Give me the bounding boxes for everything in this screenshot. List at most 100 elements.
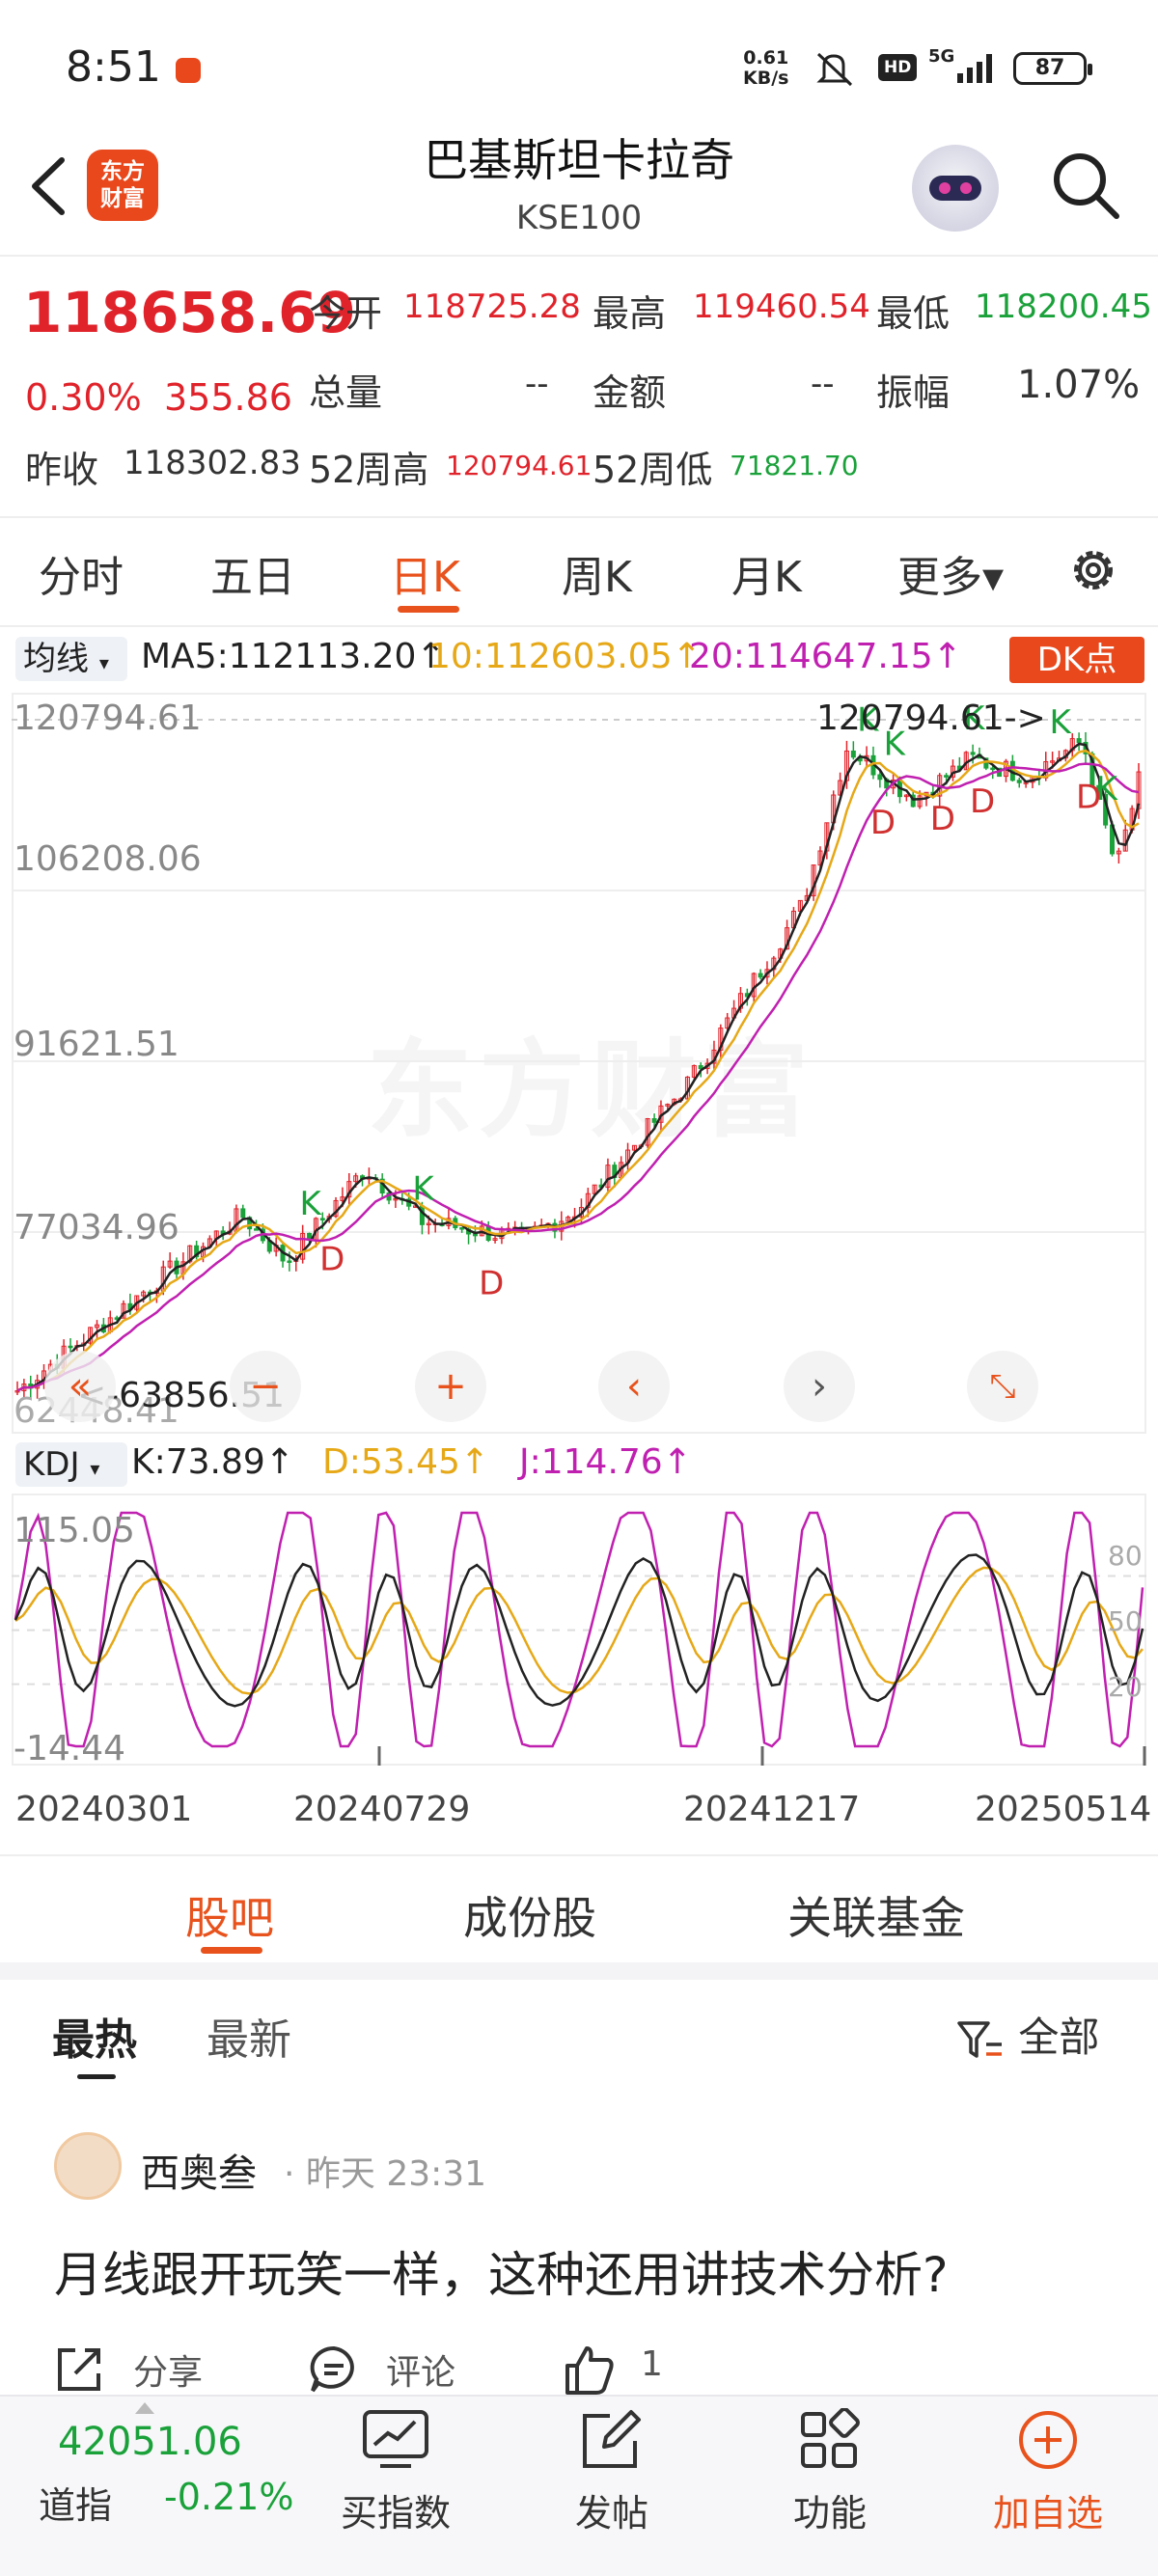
fullscreen-button[interactable]: ⤡ [967, 1351, 1038, 1422]
post-time: · 昨天 23:31 [284, 2154, 487, 2194]
functions-label[interactable]: 功能 [753, 2483, 907, 2536]
kdj-chart-canvas [12, 1511, 1146, 1766]
filter-button[interactable]: 全部 [955, 2005, 1099, 2064]
candle-body [651, 1118, 657, 1123]
battery-icon: 87 [1013, 52, 1092, 85]
change-pct: 0.30% [25, 376, 142, 419]
open-label: 今开 [309, 292, 383, 335]
mute-icon [816, 52, 853, 87]
tab-newest[interactable]: 最新 [207, 2005, 291, 2067]
zoom-in-button[interactable]: + [415, 1351, 486, 1422]
candle-body [990, 767, 996, 771]
tab-hottest[interactable]: 最热 [52, 2005, 137, 2067]
candle-body [319, 1218, 325, 1220]
candle-body [254, 1228, 260, 1231]
like-count[interactable]: 1 [641, 2344, 663, 2384]
w52-low-value: 71821.70 [730, 450, 859, 481]
post-edit-icon[interactable] [577, 2408, 647, 2472]
kdj-d-value: D:53.45↑ [322, 1442, 490, 1482]
low-label: 最低 [876, 292, 951, 335]
dk-point-button[interactable]: DK点 [1009, 637, 1144, 683]
functions-icon[interactable] [795, 2408, 865, 2472]
w52-high-value: 120794.61 [446, 450, 593, 481]
tab-underline [398, 606, 459, 613]
max-annotation: 120794.61-> [816, 699, 1046, 738]
y-label: 106208.06 [14, 839, 202, 879]
stock-title: 巴基斯坦卡拉奇 [424, 134, 734, 186]
kdj-y-50: 50 [1108, 1605, 1143, 1637]
amount-value: -- [811, 365, 835, 403]
ma5-value: MA5:112113.20↑ [141, 637, 446, 676]
candle-body [1076, 738, 1082, 744]
app-notification-icon [176, 58, 201, 83]
tab-five-day[interactable]: 五日 [210, 542, 295, 604]
comment-label[interactable]: 评论 [386, 2344, 455, 2395]
scroll-right-button[interactable]: › [784, 1351, 855, 1422]
tab-more[interactable]: 更多▾ [897, 542, 1004, 604]
ma10-value: 10:112603.05↑ [428, 637, 702, 676]
candle-body [472, 1233, 478, 1237]
high-label: 最高 [593, 292, 667, 335]
scroll-left-button[interactable]: ‹ [598, 1351, 670, 1422]
ai-assistant-icon[interactable] [912, 145, 999, 232]
comment-icon[interactable] [307, 2343, 361, 2397]
filter-icon [957, 2020, 1002, 2058]
share-label[interactable]: 分享 [133, 2344, 203, 2395]
open-value: 118725.28 [403, 288, 581, 326]
dow-index-name[interactable]: 道指 [39, 2476, 112, 2529]
candle-body [240, 1208, 246, 1219]
tab-monthly-k[interactable]: 月K [731, 542, 802, 604]
dow-index-change[interactable]: -0.21% [164, 2476, 293, 2518]
share-icon[interactable] [52, 2343, 106, 2397]
kdj-y-min: -14.44 [14, 1729, 126, 1768]
kdj-y-20: 20 [1108, 1671, 1143, 1703]
candle-body [459, 1227, 465, 1230]
candle-body [970, 752, 976, 755]
candle-body [944, 775, 950, 778]
y-label: 77034.96 [14, 1208, 179, 1247]
volume-label: 总量 [309, 371, 383, 414]
signal-k-2: K [412, 1169, 435, 1208]
add-watchlist-label[interactable]: 加自选 [971, 2483, 1125, 2536]
change-abs: 355.86 [164, 376, 292, 419]
kdj-y-max: 115.05 [14, 1511, 135, 1550]
scroll-left-fast-button[interactable]: « [44, 1351, 116, 1422]
gear-icon[interactable] [1065, 542, 1121, 598]
avatar[interactable] [54, 2132, 122, 2200]
like-icon[interactable] [562, 2343, 616, 2397]
kdj-y-80: 80 [1108, 1540, 1143, 1572]
search-icon[interactable] [1047, 147, 1124, 224]
tab-weekly-k[interactable]: 周K [562, 542, 632, 604]
post-label[interactable]: 发帖 [535, 2483, 689, 2536]
buy-index-icon[interactable] [361, 2408, 430, 2472]
post-text[interactable]: 月线跟开玩笑一样，这种还用讲技术分析? [54, 2236, 949, 2306]
kdj-selector[interactable]: KDJ ▾ [15, 1442, 127, 1487]
tab-daily-k[interactable]: 日K [390, 542, 460, 604]
buy-index-label[interactable]: 买指数 [318, 2483, 473, 2536]
back-arrow-icon[interactable] [21, 152, 79, 220]
x-date: 20240301 [15, 1790, 193, 1829]
amplitude-value: 1.07% [1017, 363, 1141, 407]
signal-icon [957, 54, 992, 83]
expand-arrow-icon[interactable] [135, 2402, 154, 2414]
candle-body [877, 774, 883, 781]
signal-d-7: D [930, 800, 955, 838]
signal-k-0: K [300, 1185, 323, 1223]
tab-forum[interactable]: 股吧 [185, 1883, 274, 1947]
last-price: 118658.69 [23, 280, 356, 345]
add-watchlist-icon[interactable] [1013, 2408, 1083, 2472]
net-speed: 0.61 KB/s [743, 47, 789, 89]
zoom-out-button[interactable]: − [230, 1351, 301, 1422]
post-username[interactable]: 西奥叁 [141, 2142, 257, 2198]
tab-related-funds[interactable]: 关联基金 [787, 1883, 965, 1947]
dow-index-value[interactable]: 42051.06 [58, 2420, 242, 2464]
y-label-max: 120794.61 [14, 699, 202, 738]
signal-d-1: D [319, 1241, 345, 1279]
ma-selector[interactable]: 均线 ▾ [15, 637, 127, 681]
signal-d-9: D [970, 782, 995, 821]
ma20-value: 20:114647.15↑ [689, 637, 962, 676]
tab-intraday[interactable]: 分时 [39, 542, 124, 604]
volume-value: -- [525, 365, 549, 403]
tab-constituents[interactable]: 成份股 [463, 1883, 596, 1947]
clock: 8:51 [66, 42, 161, 92]
